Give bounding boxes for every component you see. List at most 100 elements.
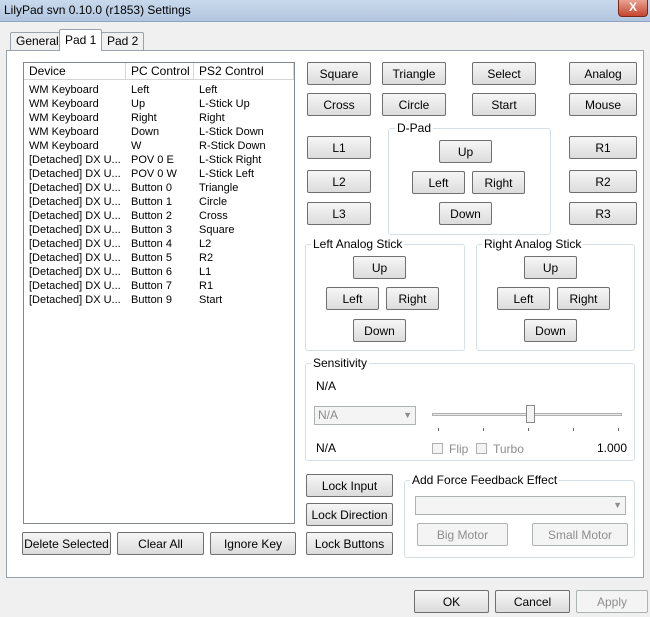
sensitivity-combo-value: N/A	[318, 408, 339, 422]
table-row[interactable]: [Detached] DX U... Button 9 Start	[24, 293, 294, 307]
tab-general[interactable]: General	[10, 32, 65, 50]
table-row[interactable]: [Detached] DX U... POV 0 E L-Stick Right	[24, 153, 294, 167]
close-button[interactable]: X	[618, 0, 648, 17]
flip-checkbox[interactable]	[432, 443, 443, 454]
select-button[interactable]: Select	[472, 62, 536, 85]
cancel-button[interactable]: Cancel	[495, 590, 570, 613]
table-cell: POV 0 E	[131, 154, 174, 166]
window-title: LilyPad svn 0.10.0 (r1853) Settings	[4, 3, 191, 17]
ok-button[interactable]: OK	[414, 590, 489, 613]
right-stick-up-button[interactable]: Up	[524, 256, 577, 279]
start-button[interactable]: Start	[472, 93, 536, 116]
table-cell: Right	[131, 112, 157, 124]
table-cell: WM Keyboard	[29, 84, 99, 96]
table-cell: L-Stick Down	[199, 126, 264, 138]
small-motor-button[interactable]: Small Motor	[532, 523, 628, 546]
table-cell: [Detached] DX U...	[29, 154, 121, 166]
l3-button[interactable]: L3	[307, 202, 371, 225]
flip-label: Flip	[449, 442, 469, 456]
lock-input-button[interactable]: Lock Input	[306, 474, 393, 497]
table-row[interactable]: [Detached] DX U... Button 1 Circle	[24, 195, 294, 209]
right-stick-right-button[interactable]: Right	[557, 287, 610, 310]
column-header-pc-control[interactable]: PC Control	[126, 63, 194, 80]
table-cell: Button 2	[131, 210, 172, 222]
table-cell: [Detached] DX U...	[29, 224, 121, 236]
table-cell: [Detached] DX U...	[29, 252, 121, 264]
l2-button[interactable]: L2	[307, 170, 371, 193]
sensitivity-combo: N/A ▼	[314, 406, 416, 425]
table-row[interactable]: WM Keyboard Right Right	[24, 111, 294, 125]
table-row[interactable]: WM Keyboard Left Left	[24, 83, 294, 97]
bindings-list[interactable]: Device PC Control PS2 Control WM Keyboar…	[23, 62, 295, 524]
apply-button[interactable]: Apply	[576, 590, 648, 613]
table-cell: L-Stick Left	[199, 168, 255, 180]
table-cell: Button 5	[131, 252, 172, 264]
table-cell: [Detached] DX U...	[29, 266, 121, 278]
table-row[interactable]: [Detached] DX U... Button 2 Cross	[24, 209, 294, 223]
table-cell: WM Keyboard	[29, 98, 99, 110]
dpad-left-button[interactable]: Left	[412, 171, 465, 194]
table-row[interactable]: [Detached] DX U... Button 5 R2	[24, 251, 294, 265]
sensitivity-bottom-text: N/A	[316, 441, 337, 455]
delete-selected-button[interactable]: Delete Selected	[22, 532, 111, 555]
table-cell: Start	[199, 294, 223, 306]
table-row[interactable]: [Detached] DX U... Button 6 L1	[24, 265, 294, 279]
table-cell: Cross	[199, 210, 228, 222]
dpad-label: D-Pad	[395, 121, 434, 135]
table-cell: WM Keyboard	[29, 126, 99, 138]
triangle-button[interactable]: Triangle	[382, 62, 446, 85]
table-cell: L2	[199, 238, 212, 250]
table-row[interactable]: WM Keyboard W R-Stick Down	[24, 139, 294, 153]
table-row[interactable]: [Detached] DX U... Button 3 Square	[24, 223, 294, 237]
table-cell: Down	[131, 126, 160, 138]
turbo-checkbox[interactable]	[476, 443, 487, 454]
tab-pad-1[interactable]: Pad 1	[59, 29, 103, 51]
table-row[interactable]: [Detached] DX U... Button 0 Triangle	[24, 181, 294, 195]
lock-buttons-button[interactable]: Lock Buttons	[306, 532, 393, 555]
column-header-device[interactable]: Device	[24, 63, 126, 80]
table-cell: R2	[199, 252, 214, 264]
table-cell: Button 4	[131, 238, 172, 250]
right-stick-down-button[interactable]: Down	[524, 319, 577, 342]
left-stick-right-button[interactable]: Right	[386, 287, 439, 310]
slider-tick	[618, 428, 619, 431]
table-row[interactable]: [Detached] DX U... POV 0 W L-Stick Left	[24, 167, 294, 181]
table-cell: Up	[131, 98, 146, 110]
left-stick-left-button[interactable]: Left	[326, 287, 379, 310]
ignore-key-button[interactable]: Ignore Key	[210, 532, 296, 555]
tab-pad-2[interactable]: Pad 2	[101, 32, 145, 50]
table-row[interactable]: WM Keyboard Down L-Stick Down	[24, 125, 294, 139]
dpad-down-button[interactable]: Down	[439, 202, 492, 225]
big-motor-button[interactable]: Big Motor	[417, 523, 508, 546]
sensitivity-top-text: N/A	[316, 379, 337, 393]
sensitivity-value: 1.000	[597, 441, 628, 455]
table-row[interactable]: [Detached] DX U... Button 7 R1	[24, 279, 294, 293]
clear-all-button[interactable]: Clear All	[117, 532, 204, 555]
sensitivity-slider-thumb[interactable]	[526, 405, 535, 423]
table-cell: Right	[199, 112, 225, 124]
table-cell: WM Keyboard	[29, 140, 99, 152]
dpad-right-button[interactable]: Right	[472, 171, 525, 194]
left-stick-up-button[interactable]: Up	[353, 256, 406, 279]
force-feedback-group	[404, 480, 635, 558]
left-stick-down-button[interactable]: Down	[353, 319, 406, 342]
square-button[interactable]: Square	[307, 62, 371, 85]
r3-button[interactable]: R3	[569, 202, 637, 225]
dpad-up-button[interactable]: Up	[439, 140, 492, 163]
column-header-ps2-control[interactable]: PS2 Control	[194, 63, 294, 80]
right-stick-left-button[interactable]: Left	[497, 287, 550, 310]
lock-direction-button[interactable]: Lock Direction	[306, 503, 393, 526]
circle-button[interactable]: Circle	[382, 93, 446, 116]
table-row[interactable]: WM Keyboard Up L-Stick Up	[24, 97, 294, 111]
table-row[interactable]: [Detached] DX U... Button 4 L2	[24, 237, 294, 251]
r1-button[interactable]: R1	[569, 136, 637, 159]
l1-button[interactable]: L1	[307, 136, 371, 159]
table-cell: L-Stick Up	[199, 98, 250, 110]
mouse-button[interactable]: Mouse	[569, 93, 637, 116]
sensitivity-label: Sensitivity	[311, 356, 370, 370]
table-cell: Button 1	[131, 196, 172, 208]
r2-button[interactable]: R2	[569, 170, 637, 193]
analog-button[interactable]: Analog	[569, 62, 637, 85]
table-cell: L1	[199, 266, 212, 278]
cross-button[interactable]: Cross	[307, 93, 371, 116]
